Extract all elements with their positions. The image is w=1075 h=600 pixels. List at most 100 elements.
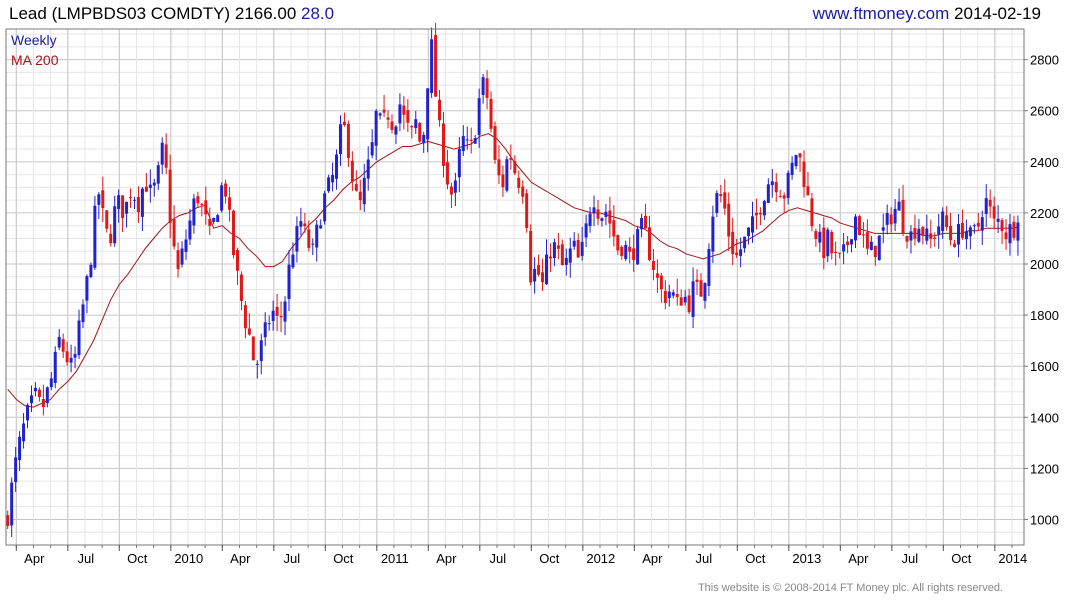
candle-body (937, 226, 941, 235)
candle-down (628, 237, 632, 264)
candle-up (826, 227, 830, 263)
candle-body (172, 219, 176, 247)
candle-body (275, 306, 279, 316)
candle-up (794, 154, 798, 170)
candle-down (560, 239, 564, 266)
candle-body (786, 172, 790, 198)
candle-body (382, 109, 386, 113)
candle-down (493, 121, 497, 164)
candle-body (473, 138, 477, 144)
candle-up (220, 182, 224, 213)
candle-body (723, 192, 727, 209)
candle-body (909, 231, 913, 241)
candle-down (945, 206, 949, 231)
candle-up (766, 178, 770, 204)
candle-body (430, 39, 434, 93)
candle-up (937, 213, 941, 249)
candle-body (877, 235, 881, 261)
candle-body (394, 126, 398, 135)
candle-body (513, 161, 517, 174)
candle-down (497, 145, 501, 185)
candle-body (715, 193, 719, 213)
candle-body (441, 123, 445, 166)
candle-body (406, 110, 410, 123)
candle-up (842, 233, 846, 265)
candle-up (465, 126, 469, 150)
candle-up (453, 172, 457, 206)
candle-up (188, 208, 192, 245)
candle-body (105, 210, 109, 229)
candle-body (224, 183, 228, 197)
grid (6, 29, 1024, 545)
candle-down (548, 243, 552, 273)
candle-body (893, 208, 897, 224)
candle-up (481, 74, 485, 104)
candle-body (655, 273, 659, 278)
candle-body (945, 215, 949, 228)
x-tick-label: Oct (951, 551, 972, 566)
candle-body (830, 231, 834, 254)
candle-down (449, 182, 453, 209)
candle-up (81, 299, 85, 329)
candle-up (604, 204, 608, 226)
candle-body (794, 154, 798, 167)
candle-down (651, 249, 655, 281)
candle-body (885, 213, 889, 225)
candle-down (695, 269, 699, 295)
candle-body (164, 144, 168, 168)
candle-down (406, 99, 410, 132)
candle-down (386, 110, 390, 129)
candle-body (636, 229, 640, 265)
candle-up (113, 195, 117, 247)
candle-body (572, 240, 576, 247)
candle-down (620, 245, 624, 260)
candle-body (41, 399, 45, 408)
legend-ma: MA 200 (11, 52, 59, 68)
candle-up (414, 110, 418, 134)
candle-body (156, 165, 160, 184)
candle-up (430, 27, 434, 98)
candle-body (778, 196, 782, 198)
candle-body (905, 236, 909, 242)
candle-down (37, 387, 41, 402)
candle-body (97, 194, 101, 205)
candle-down (663, 280, 667, 310)
x-tick-label: Oct (745, 551, 766, 566)
candle-body (53, 351, 57, 383)
candle-down (596, 199, 600, 226)
candle-up (790, 156, 794, 180)
candle-up (370, 129, 374, 159)
candle-body (608, 210, 612, 224)
candle-body (315, 224, 319, 248)
candle-body (806, 186, 810, 196)
y-tick-label: 1000 (1030, 512, 1059, 527)
candle-up (132, 196, 136, 209)
candle-up (97, 192, 101, 219)
candle-body (65, 351, 69, 363)
candle-body (517, 177, 521, 188)
candle-body (901, 199, 905, 234)
candle-down (814, 228, 818, 247)
candle-body (125, 201, 129, 214)
candle-down (865, 219, 869, 255)
candle-body (612, 220, 616, 237)
candle-body (818, 231, 822, 243)
candle-body (331, 175, 335, 183)
candle-body (426, 88, 430, 140)
candle-down (251, 336, 255, 361)
candle-body (457, 148, 461, 178)
candle-body (695, 279, 699, 283)
candle-body (192, 198, 196, 226)
candle-body (338, 124, 342, 154)
candle-down (342, 112, 346, 127)
candle-up (26, 403, 30, 429)
candle-up (972, 223, 976, 234)
candle-up (1016, 215, 1020, 256)
candle-body (418, 123, 422, 142)
candle-up (335, 149, 339, 190)
candle-body (323, 193, 327, 222)
candle-up (29, 385, 33, 413)
candle-down (445, 149, 449, 190)
candle-body (647, 227, 651, 261)
candle-body (263, 322, 267, 338)
